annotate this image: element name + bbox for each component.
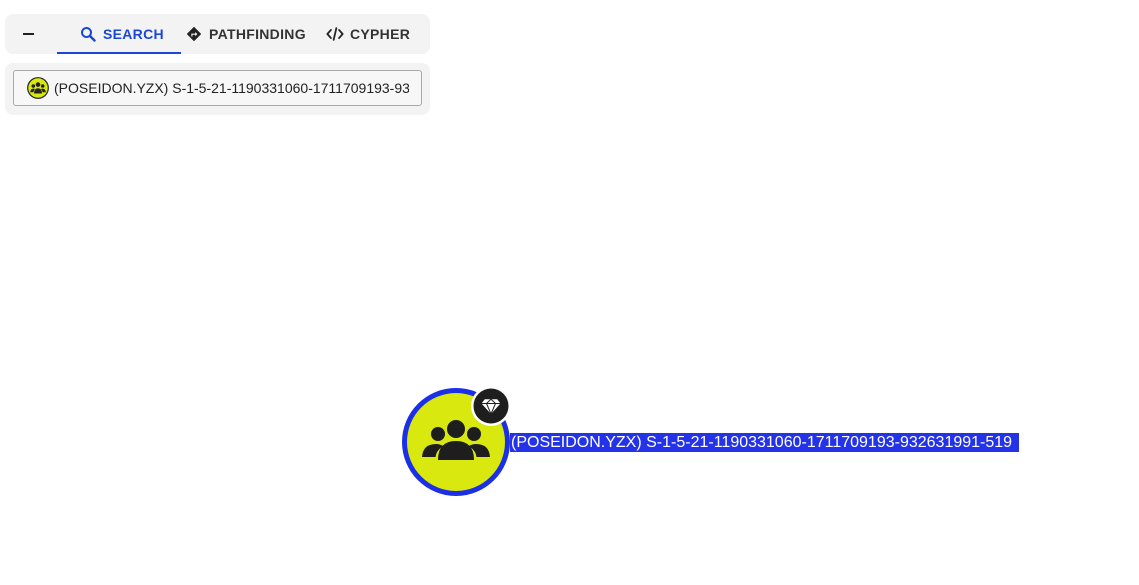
- tab-pathfinding[interactable]: PATHFINDING: [185, 14, 307, 54]
- search-input-value: (POSEIDON.YZX) S-1-5-21-1190331060-17117…: [54, 80, 409, 96]
- tab-cypher-label: CYPHER: [350, 26, 411, 42]
- tab-search-label: SEARCH: [103, 26, 164, 42]
- search-panel: (POSEIDON.YZX) S-1-5-21-1190331060-17117…: [5, 63, 430, 115]
- tab-search[interactable]: SEARCH: [57, 14, 181, 54]
- app-root: SEARCH PATHFINDING CYPHER (POSEIDON.YZX)…: [0, 0, 1139, 585]
- tab-pathfinding-label: PATHFINDING: [209, 26, 306, 42]
- graph-node[interactable]: [398, 384, 514, 500]
- node-label: (POSEIDON.YZX) S-1-5-21-1190331060-17117…: [510, 433, 1020, 452]
- search-input[interactable]: (POSEIDON.YZX) S-1-5-21-1190331060-17117…: [13, 70, 422, 106]
- explore-tab-bar: SEARCH PATHFINDING CYPHER: [5, 14, 430, 54]
- group-icon: [27, 77, 49, 99]
- directions-icon: [185, 25, 203, 43]
- tab-cypher[interactable]: CYPHER: [326, 14, 426, 54]
- code-icon: [326, 25, 344, 43]
- minus-icon: [22, 33, 34, 35]
- collapse-button[interactable]: [15, 22, 41, 46]
- search-icon: [79, 25, 97, 43]
- active-tab-indicator: [57, 52, 181, 54]
- tier-zero-gem-icon: [471, 386, 511, 426]
